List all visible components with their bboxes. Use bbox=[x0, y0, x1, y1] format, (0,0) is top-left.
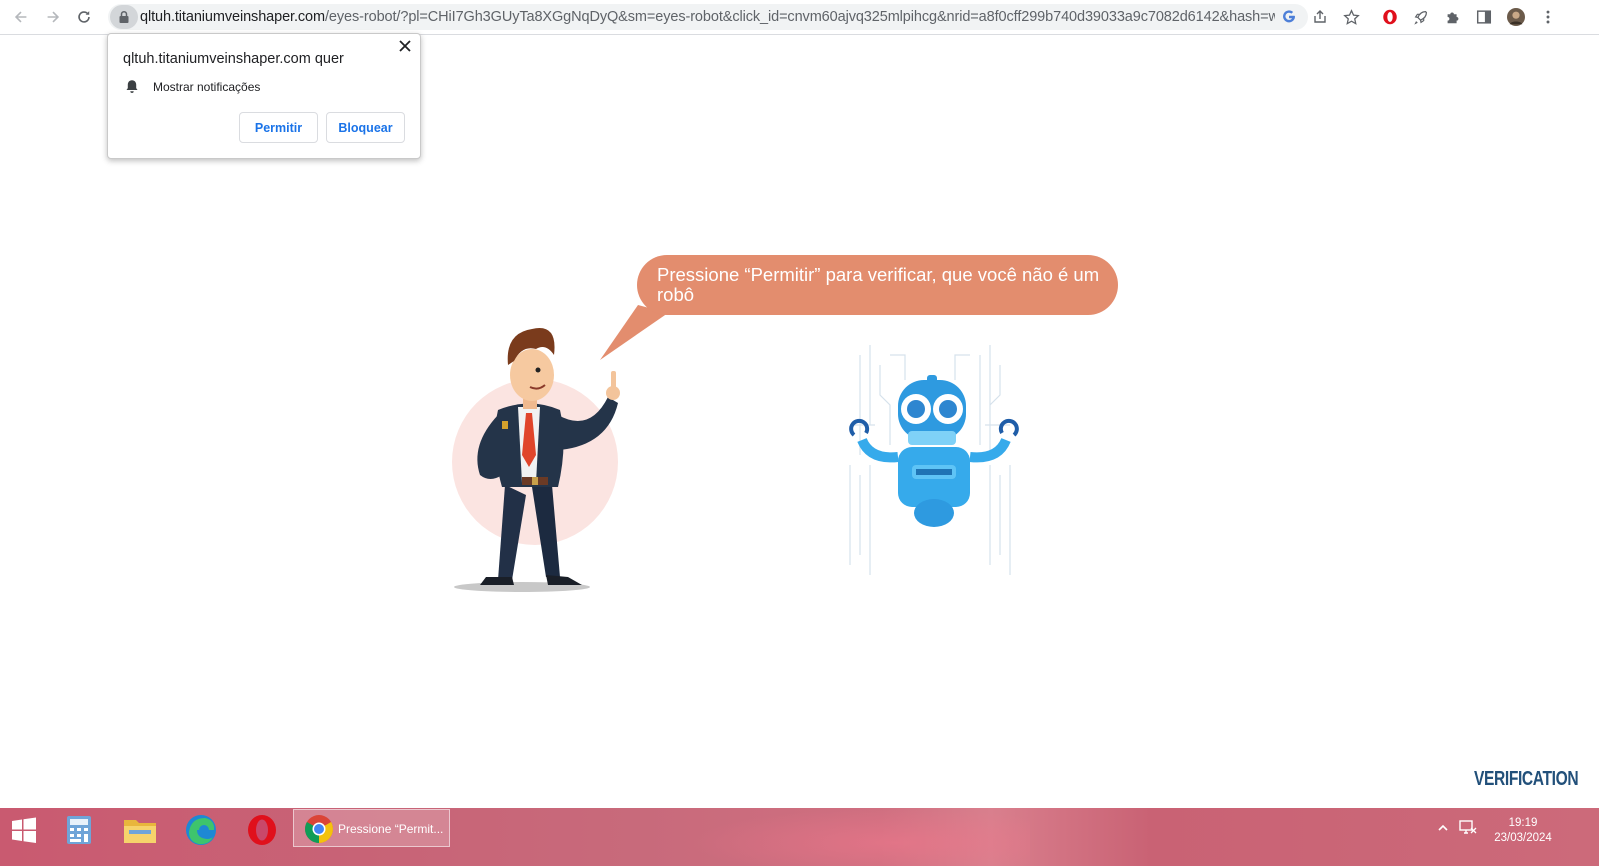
clock-date: 23/03/2024 bbox=[1494, 832, 1552, 844]
chrome-icon bbox=[305, 815, 333, 843]
system-clock[interactable]: 19:19 23/03/2024 bbox=[1483, 816, 1563, 846]
address-bar[interactable]: qltuh.titaniumveinshaper.com/eyes-robot/… bbox=[108, 4, 1360, 30]
speech-bubble: Pressione “Permitir” para verificar, que… bbox=[637, 255, 1118, 315]
popup-title: qltuh.titaniumveinshaper.com quer bbox=[123, 51, 344, 67]
windows-start-icon[interactable] bbox=[3, 811, 45, 849]
menu-icon[interactable] bbox=[1535, 4, 1561, 30]
network-icon[interactable] bbox=[1458, 819, 1478, 837]
url-text[interactable]: qltuh.titaniumveinshaper.com/eyes-robot/… bbox=[140, 9, 1275, 25]
verification-brand: VERIFICATION bbox=[1474, 768, 1579, 790]
reload-icon[interactable] bbox=[71, 4, 97, 30]
profile-avatar[interactable] bbox=[1503, 4, 1529, 30]
lock-icon[interactable] bbox=[110, 5, 138, 29]
robot-illustration bbox=[849, 345, 1019, 575]
active-window-label: Pressione “Permit... bbox=[338, 822, 444, 836]
back-icon[interactable] bbox=[8, 4, 34, 30]
clock-time: 19:19 bbox=[1508, 817, 1538, 829]
share-icon[interactable] bbox=[1310, 7, 1330, 27]
rocket-extension-icon[interactable] bbox=[1408, 4, 1434, 30]
calculator-icon[interactable] bbox=[58, 811, 100, 849]
side-panel-icon[interactable] bbox=[1471, 4, 1497, 30]
block-button[interactable]: Bloquear bbox=[326, 112, 405, 143]
bookmark-star-icon[interactable] bbox=[1341, 7, 1361, 27]
extensions-puzzle-icon[interactable] bbox=[1440, 4, 1466, 30]
bubble-text: Pressione “Permitir” para verificar, que… bbox=[657, 264, 1100, 305]
browser-toolbar: qltuh.titaniumveinshaper.com/eyes-robot/… bbox=[0, 0, 1599, 35]
close-icon[interactable] bbox=[398, 39, 412, 53]
bell-icon bbox=[126, 80, 138, 93]
opera-extension-icon[interactable] bbox=[1377, 4, 1403, 30]
permission-label: Mostrar notificações bbox=[153, 79, 261, 94]
businessman-illustration bbox=[452, 328, 620, 592]
file-explorer-icon[interactable] bbox=[119, 811, 161, 849]
permission-row: Mostrar notificações bbox=[125, 79, 260, 94]
notification-permission-popup: qltuh.titaniumveinshaper.com quer Mostra… bbox=[107, 33, 421, 159]
allow-button[interactable]: Permitir bbox=[239, 112, 318, 143]
google-lens-icon[interactable] bbox=[1279, 7, 1299, 27]
windows-taskbar: Pressione “Permit... 19:19 23/03/2024 bbox=[0, 808, 1599, 866]
chrome-taskbar-button[interactable]: Pressione “Permit... bbox=[293, 809, 450, 847]
forward-icon[interactable] bbox=[40, 4, 66, 30]
tray-expand-icon[interactable] bbox=[1438, 824, 1448, 832]
edge-icon[interactable] bbox=[180, 811, 222, 849]
opera-icon[interactable] bbox=[241, 811, 283, 849]
